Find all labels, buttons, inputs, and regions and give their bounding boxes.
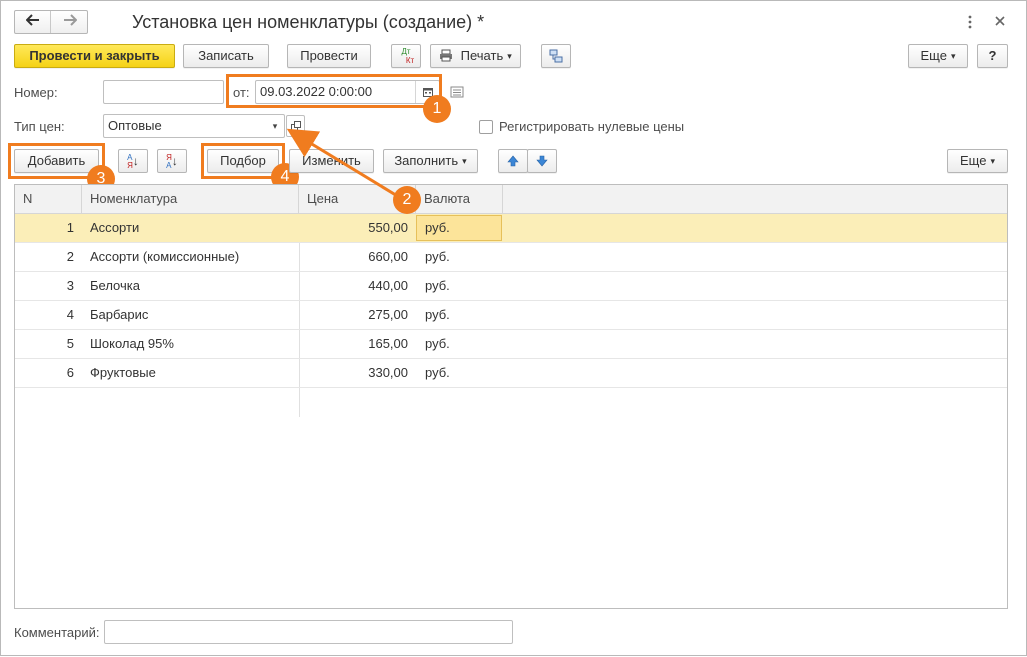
callout-arrow-2 [286, 128, 400, 199]
comment-label: Комментарий: [14, 625, 100, 640]
callout-badge-2: 2 [393, 186, 421, 214]
comment-field[interactable] [104, 620, 513, 644]
form-window: Установка цен номенклатуры (создание) * … [0, 0, 1027, 656]
